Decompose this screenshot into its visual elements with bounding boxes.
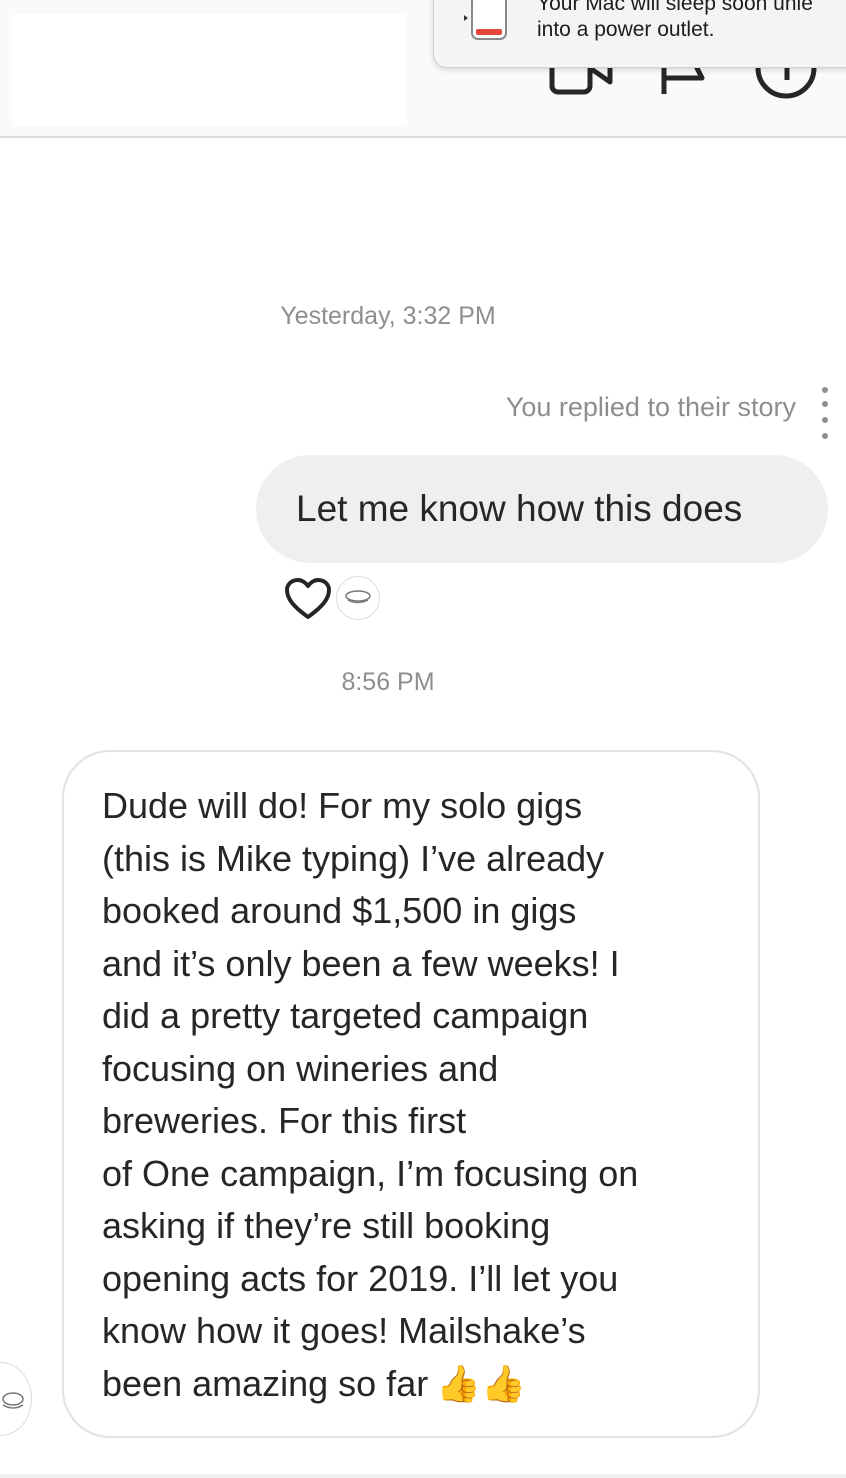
message-line: Dude will do! For my solo gigs — [102, 785, 583, 826]
message-line: breweries. For this first — [102, 1100, 467, 1141]
notification-message: Your Mac will sleep soon unle into a pow… — [537, 0, 846, 43]
heart-icon[interactable] — [284, 577, 332, 626]
reaction-avatar — [336, 576, 380, 620]
notification-line-1: Your Mac will sleep soon unle — [537, 0, 813, 15]
message-line: did a pretty targeted campaign — [102, 995, 589, 1036]
outgoing-message-bubble[interactable]: Let me know how this does — [256, 455, 828, 563]
message-line-text: been amazing so far — [102, 1362, 429, 1404]
message-line: know how it goes! Mailshake’s — [102, 1310, 586, 1351]
outgoing-message-text: Let me know how this does — [296, 488, 743, 529]
incoming-message-bubble[interactable]: Dude will do! For my solo gigs (this is … — [62, 750, 760, 1438]
sender-avatar[interactable] — [0, 1362, 32, 1436]
composer-divider — [0, 1474, 846, 1478]
timestamp-yesterday: Yesterday, 3:32 PM — [280, 302, 496, 330]
more-options-icon[interactable] — [816, 384, 834, 449]
thumbs-up-emoji: 👍👍 — [436, 1362, 526, 1404]
notification-line-2: into a power outlet. — [537, 18, 715, 41]
battery-low-icon — [458, 0, 508, 50]
timestamp-evening: 8:56 PM — [341, 668, 435, 696]
message-line: booked around $1,500 in gigs — [102, 890, 577, 931]
message-line: (this is Mike typing) I’ve already — [102, 837, 605, 879]
message-line: focusing on wineries and — [102, 1047, 499, 1089]
story-reply-label: You replied to their story — [505, 392, 796, 422]
message-line-last: been amazing so far 👍👍 — [102, 1358, 718, 1411]
message-line: of One campaign, I’m focusing on — [102, 1152, 639, 1194]
message-line: and it’s only been a few weeks! I — [102, 942, 620, 984]
system-notification[interactable]: Your Mac will sleep soon unle into a pow… — [433, 0, 846, 68]
message-line: opening acts for 2019. I’ll let you — [102, 1257, 619, 1299]
conversation-title-area — [12, 14, 407, 126]
message-line: asking if they’re still booking — [102, 1205, 551, 1246]
